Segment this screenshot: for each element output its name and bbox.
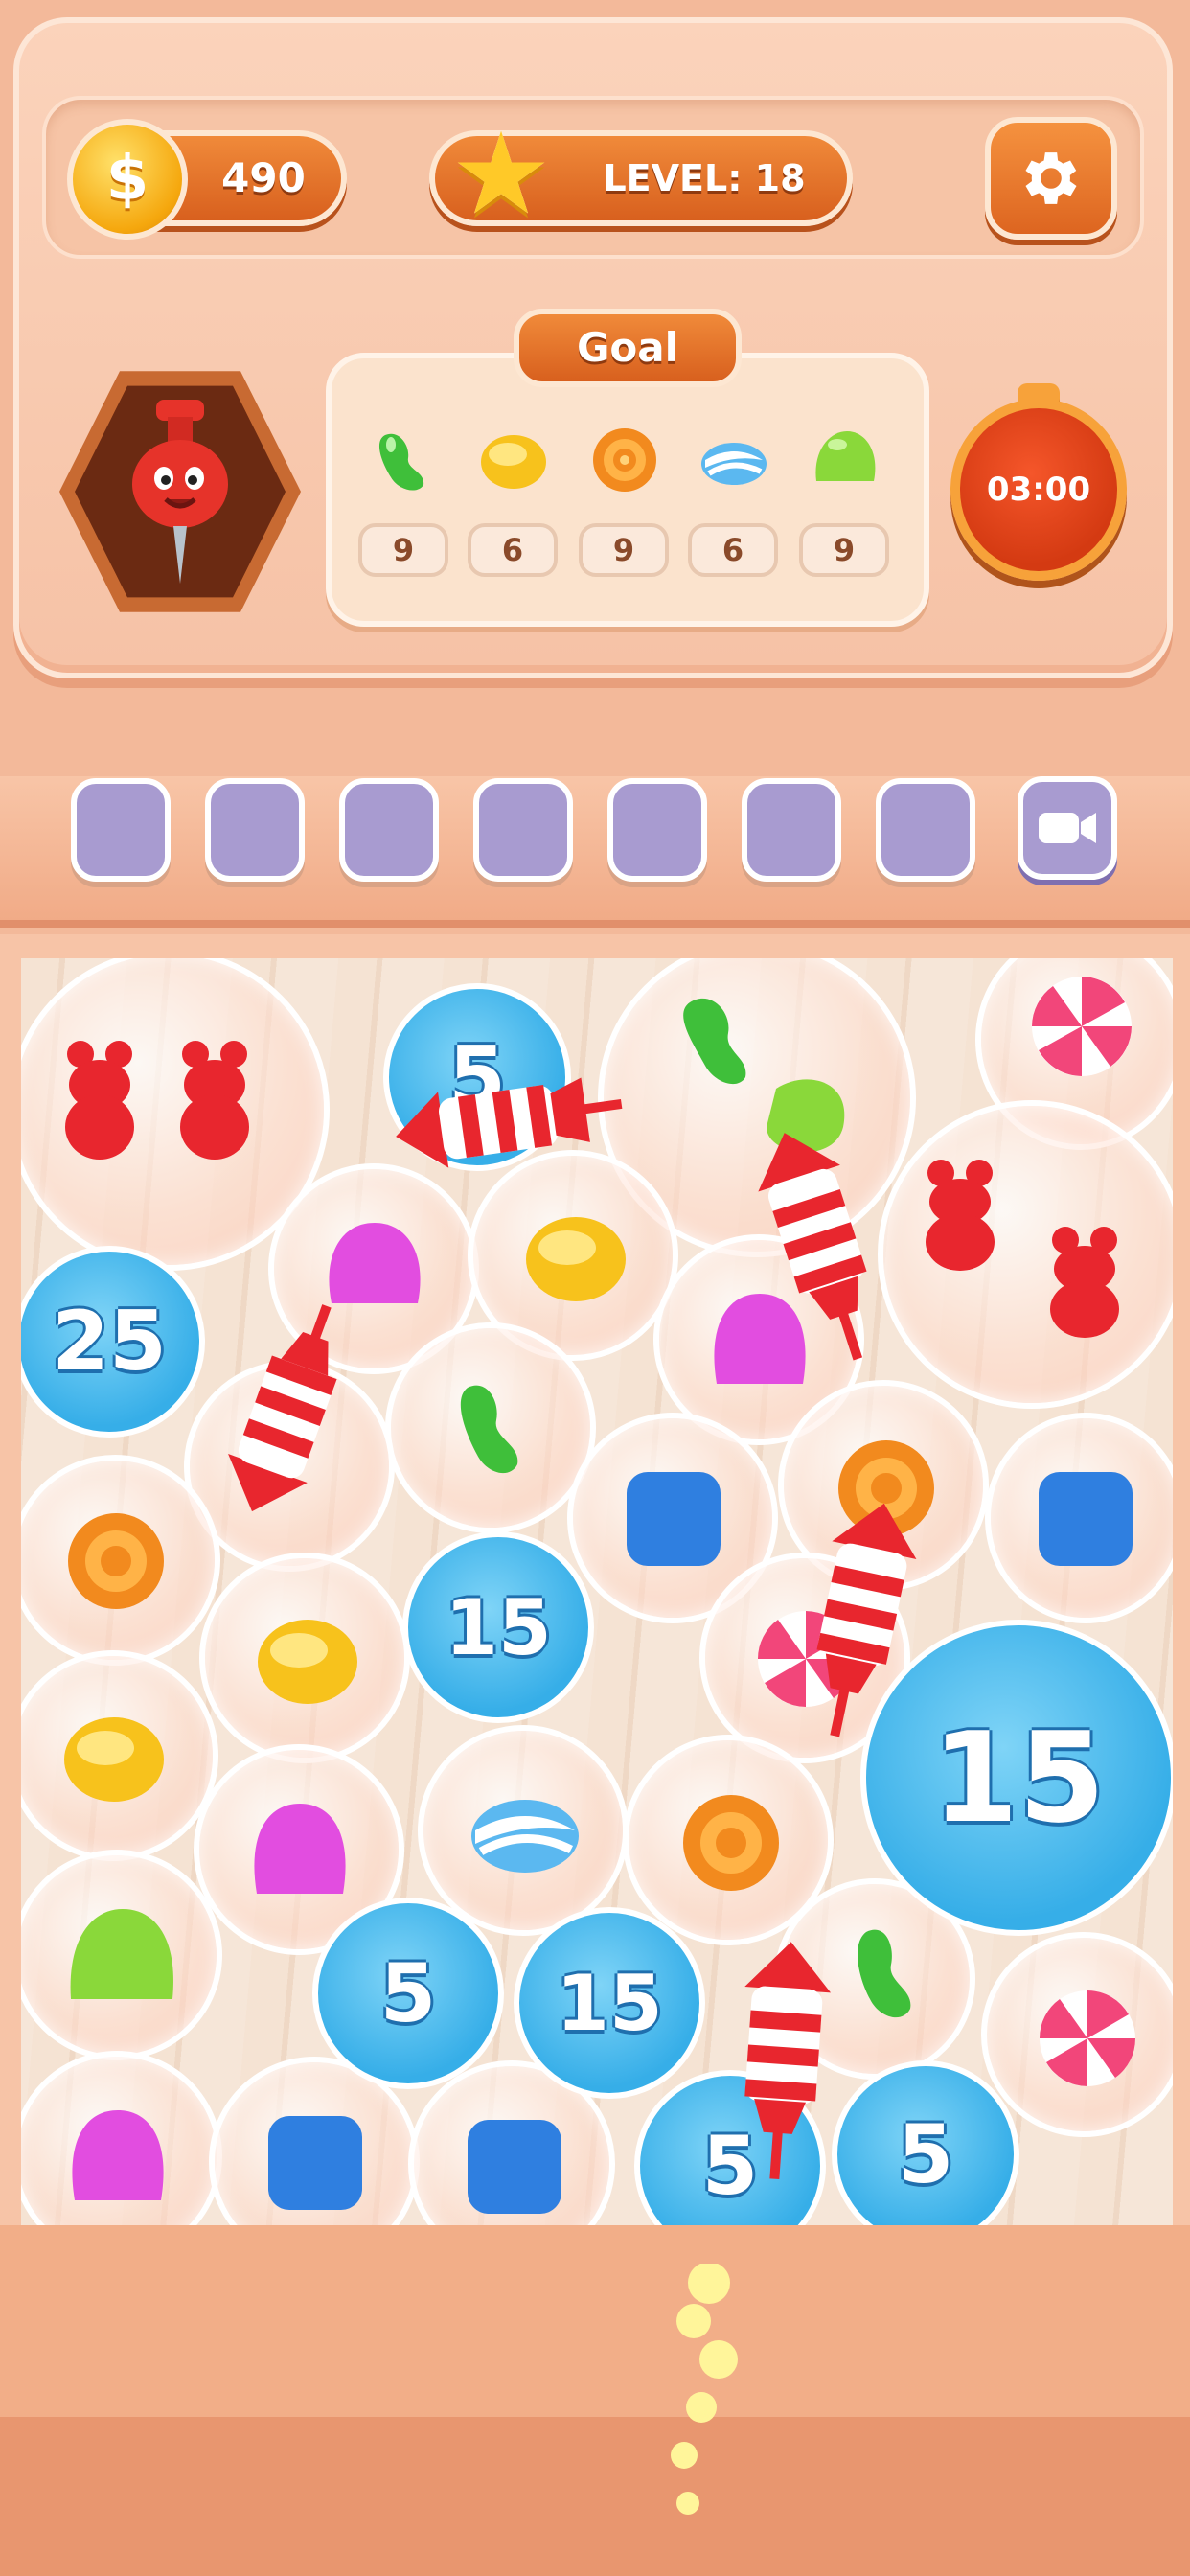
rocket-icon <box>816 1503 917 1737</box>
goal-count: 6 <box>688 523 778 577</box>
orange-swirl-candy-icon <box>68 1513 164 1609</box>
candy-bubble[interactable] <box>385 1322 596 1533</box>
yellow-round-candy-icon <box>64 1717 164 1802</box>
goal-item: 9 <box>791 412 897 604</box>
blue-wrapped-candy-icon <box>701 443 767 485</box>
rocket-icon <box>228 1304 337 1512</box>
green-jellybean-icon <box>460 1385 518 1474</box>
number-bubble[interactable]: 5 <box>312 1898 504 2089</box>
blue-marshmallow-icon <box>1039 1472 1133 1566</box>
slot-rail <box>0 776 1190 920</box>
bottom-ledge <box>0 2225 1190 2576</box>
candy-bubble[interactable] <box>21 2051 222 2229</box>
collection-slot <box>876 778 975 882</box>
goal-item: 9 <box>571 412 676 604</box>
orange-swirl-candy-icon <box>593 428 656 492</box>
video-camera-icon <box>1039 813 1096 843</box>
settings-button[interactable] <box>985 117 1117 240</box>
goal-item: 6 <box>680 412 786 604</box>
gear-icon <box>1025 152 1077 204</box>
collection-slot <box>742 778 841 882</box>
gummy-bear-icon <box>65 1041 249 1160</box>
yellow-round-candy-icon <box>481 435 546 489</box>
yellow-round-candy-icon <box>526 1217 626 1301</box>
collection-slot <box>473 778 573 882</box>
green-jellybean-icon <box>378 433 424 491</box>
number-bubble[interactable]: 5 <box>832 2060 1019 2229</box>
smoke-trail <box>671 2264 738 2515</box>
collection-slot <box>205 778 305 882</box>
level-text: LEVEL: 18 <box>603 157 806 199</box>
candy-bubble[interactable] <box>418 1725 629 1936</box>
pushpin-character-icon <box>132 400 228 584</box>
game-board: 25 5 15 15 5 15 5 5 <box>21 958 1173 2229</box>
goal-count: 9 <box>358 523 448 577</box>
number-bubble[interactable]: 25 <box>21 1246 205 1438</box>
green-jellybean-icon <box>858 1929 911 2018</box>
candy-bubble[interactable] <box>199 1552 410 1763</box>
number-bubble[interactable]: 15 <box>514 1907 705 2099</box>
goal-count: 9 <box>799 523 889 577</box>
collection-slot <box>607 778 707 882</box>
candy-bubble[interactable] <box>981 1932 1173 2137</box>
blue-marshmallow-icon <box>268 2116 362 2210</box>
coin-icon: $ <box>67 119 188 240</box>
goal-count: 6 <box>468 523 558 577</box>
yellow-round-candy-icon <box>258 1620 357 1704</box>
orange-swirl-candy-icon <box>683 1795 779 1891</box>
candy-bubble[interactable] <box>21 1650 218 1861</box>
gummy-bear-icon <box>926 1160 1119 1338</box>
blue-wrapped-candy-icon <box>471 1800 579 1873</box>
collection-slot <box>71 778 171 882</box>
star-icon: ★ <box>450 107 552 240</box>
rocket-icon <box>744 1942 832 2180</box>
timer-value: 03:00 <box>986 471 1091 509</box>
rocket-icon <box>758 1133 867 1361</box>
green-gumdrop-icon <box>70 1909 173 1999</box>
purple-jelly-icon <box>254 1804 346 1894</box>
peppermint-swirl-icon <box>1039 1990 1136 2086</box>
peppermint-swirl-icon <box>1032 977 1132 1076</box>
candy-bubble[interactable] <box>21 1455 220 1666</box>
candy-bubble[interactable] <box>21 1850 222 2060</box>
green-gumdrop-icon <box>815 431 876 481</box>
number-bubble[interactable]: 15 <box>402 1531 594 1723</box>
blue-marshmallow-icon <box>627 1472 721 1566</box>
goal-item: 9 <box>351 412 456 604</box>
blue-marshmallow-icon <box>468 2120 561 2214</box>
candy-bubble[interactable] <box>878 1100 1173 1409</box>
purple-jelly-icon <box>72 2110 164 2200</box>
timer: 03:00 <box>950 399 1127 581</box>
rocket-icon <box>396 1077 623 1168</box>
coin-value: 490 <box>221 154 306 201</box>
goal-label: Goal <box>514 309 742 387</box>
collection-slot <box>339 778 439 882</box>
goal-count: 9 <box>579 523 669 577</box>
goal-item: 6 <box>460 412 565 604</box>
candy-bubble[interactable] <box>985 1413 1173 1623</box>
video-slot-button[interactable] <box>1018 776 1117 880</box>
